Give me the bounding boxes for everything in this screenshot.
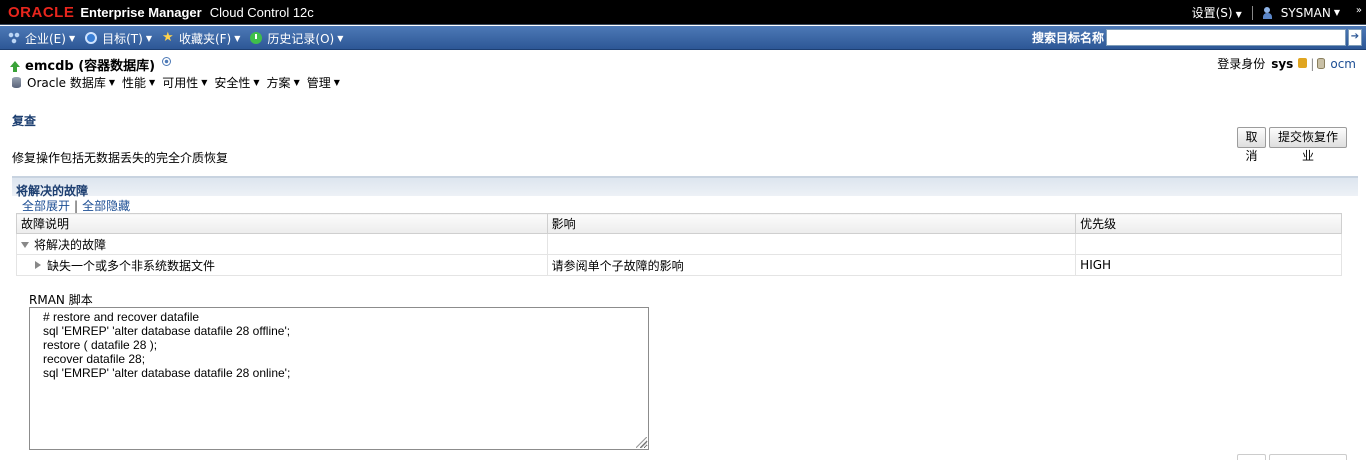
cancel-button-bottom[interactable] (1237, 454, 1266, 460)
chevron-down-icon: ▼ (145, 33, 152, 43)
table-cell: 缺失一个或多个非系统数据文件 (16, 254, 548, 276)
settings-label: 设置(S) (1191, 6, 1233, 20)
menu-schema-label: 方案 (266, 76, 291, 90)
menu-history[interactable]: 历史记录(O) ▼ (250, 30, 343, 47)
login-label: 登录身份 (1217, 57, 1266, 71)
expanded-triangle-icon[interactable] (21, 241, 29, 248)
menu-administration-label: 管理 (306, 76, 331, 90)
menu-availability-label: 可用性 (162, 76, 199, 90)
divider: | (1310, 56, 1315, 71)
oracle-logo: ORACLE (8, 4, 75, 21)
product-edition: Cloud Control 12c (209, 5, 314, 20)
menu-history-label: 历史记录(O) (267, 31, 335, 46)
submit-recovery-job-button[interactable]: 提交恢复作业 (1269, 127, 1347, 163)
menu-enterprise[interactable]: 企业(E) ▼ (8, 30, 75, 47)
chevron-down-icon: ▼ (149, 78, 156, 87)
expand-all-link[interactable]: 全部展开 (22, 199, 70, 213)
user-menu[interactable]: SYSMAN ▼ (1262, 5, 1340, 20)
cancel-button[interactable]: 取消 (1237, 127, 1266, 163)
target-header: emcdb (容器数据库) (10, 55, 172, 74)
chevron-down-icon: ▼ (201, 78, 208, 87)
search-label: 搜索目标名称 (1031, 31, 1104, 45)
menu-enterprise-label: 企业(E) (25, 31, 66, 46)
expand-links: 全部展开 | 全部隐藏 (22, 197, 130, 214)
repair-description: 修复操作包括无数据丢失的完全介质恢复 (12, 151, 229, 165)
chevron-down-icon: ▼ (68, 33, 76, 43)
login-user: sys (1271, 56, 1294, 71)
failure-description: 缺失一个或多个非系统数据文件 (47, 258, 216, 273)
search-go-icon[interactable]: ➔ (1348, 29, 1362, 46)
history-icon (250, 32, 263, 44)
menu-security-label: 安全性 (214, 76, 251, 90)
table-cell: 将解决的故障 (16, 233, 548, 255)
table-cell: 请参阅单个子故障的影响 (546, 254, 1077, 276)
failure-description: 将解决的故障 (34, 237, 107, 252)
chevron-down-icon: ▼ (337, 33, 344, 43)
failures-panel: 将解决的故障 全部展开 | 全部隐藏 故障说明 影响 优先级 将解决的故障 缺失一个… (12, 176, 1358, 276)
top-bar: ORACLE Enterprise Manager Cloud Control … (0, 0, 1366, 25)
table-row: 将解决的故障 (16, 233, 1342, 255)
target-search: 搜索目标名称 ➔ (1032, 29, 1362, 46)
chevron-down-icon: ▼ (253, 78, 260, 87)
collapsed-triangle-icon[interactable] (35, 260, 41, 269)
chevron-down-icon: ▼ (1333, 8, 1340, 17)
failures-table: 故障说明 影响 优先级 将解决的故障 缺失一个或多个非系统数据文件 请参阅单个子… (16, 213, 1342, 276)
search-input[interactable] (1106, 29, 1346, 46)
target-menu: Oracle 数据库 ▼ 性能 ▼ 可用性 ▼ 安全性 ▼ 方案 ▼ 管理 ▼ (12, 74, 347, 91)
product-name: Enterprise Manager (80, 5, 202, 20)
settings-menu[interactable]: 设置(S) ▼ (1192, 4, 1242, 21)
menu-administration[interactable]: 管理 ▼ (307, 74, 340, 91)
menu-oracle-database[interactable]: Oracle 数据库 ▼ (12, 74, 115, 91)
resize-grip-icon[interactable] (636, 437, 647, 448)
rman-script-label: RMAN 脚本 (29, 293, 93, 307)
chevron-down-icon: ▼ (234, 33, 241, 43)
enterprise-icon (8, 32, 20, 44)
host-link[interactable]: ocm (1330, 57, 1356, 71)
table-header-row: 故障说明 影响 优先级 (16, 213, 1342, 234)
submit-button-bottom[interactable] (1269, 454, 1347, 460)
table-cell: HIGH (1075, 254, 1342, 276)
star-icon: ★ (161, 30, 174, 45)
menu-schema[interactable]: 方案 ▼ (267, 74, 300, 91)
chevron-down-icon: ▼ (108, 78, 116, 87)
target-icon (85, 32, 98, 44)
rman-script-textarea[interactable]: # restore and recover datafile sql 'EMRE… (29, 307, 649, 450)
host-icon (1317, 58, 1326, 69)
failures-panel-header: 将解决的故障 (12, 176, 1358, 198)
menu-performance-label: 性能 (122, 76, 147, 90)
status-up-icon (10, 60, 20, 72)
table-cell (1075, 233, 1342, 255)
table-cell (546, 233, 1077, 255)
divider: | (74, 199, 79, 213)
user-icon (1262, 6, 1277, 19)
chevron-down-icon: ▼ (333, 78, 340, 87)
page-title: 复查 (12, 114, 37, 128)
menu-oracle-database-label: Oracle 数据库 (27, 76, 106, 90)
column-header[interactable]: 优先级 (1075, 213, 1342, 234)
chevron-down-icon: ▼ (1235, 10, 1242, 19)
column-header[interactable]: 影响 (546, 213, 1077, 234)
menu-favorites[interactable]: ★ 收藏夹(F) ▼ (162, 30, 240, 47)
menu-targets[interactable]: 目标(T) ▼ (85, 30, 152, 47)
menu-performance[interactable]: 性能 ▼ (122, 74, 155, 91)
divider (1251, 5, 1253, 20)
global-menu-bar: 企业(E) ▼ 目标(T) ▼ ★ 收藏夹(F) ▼ 历史记录(O) ▼ 搜索目标名称 … (0, 26, 1366, 50)
overflow-icon[interactable]: » (1356, 5, 1362, 16)
target-name[interactable]: emcdb (容器数据库) (25, 55, 155, 74)
menu-security[interactable]: 安全性 ▼ (214, 74, 259, 91)
brand: ORACLE Enterprise Manager Cloud Control … (8, 5, 314, 20)
info-icon[interactable] (162, 57, 172, 66)
failures-panel-title: 将解决的故障 (16, 184, 89, 198)
database-icon (12, 77, 21, 88)
menu-availability[interactable]: 可用性 ▼ (162, 74, 207, 91)
table-row: 缺失一个或多个非系统数据文件 请参阅单个子故障的影响 HIGH (16, 254, 1342, 276)
column-header[interactable]: 故障说明 (16, 213, 548, 234)
login-info: 登录身份 sys | ocm (1217, 55, 1356, 72)
chevron-down-icon: ▼ (293, 78, 300, 87)
user-name: SYSMAN (1280, 5, 1331, 20)
menu-targets-label: 目标(T) (102, 31, 143, 46)
collapse-all-link[interactable]: 全部隐藏 (82, 199, 130, 213)
menu-favorites-label: 收藏夹(F) (178, 31, 232, 46)
lock-icon (1298, 57, 1308, 68)
